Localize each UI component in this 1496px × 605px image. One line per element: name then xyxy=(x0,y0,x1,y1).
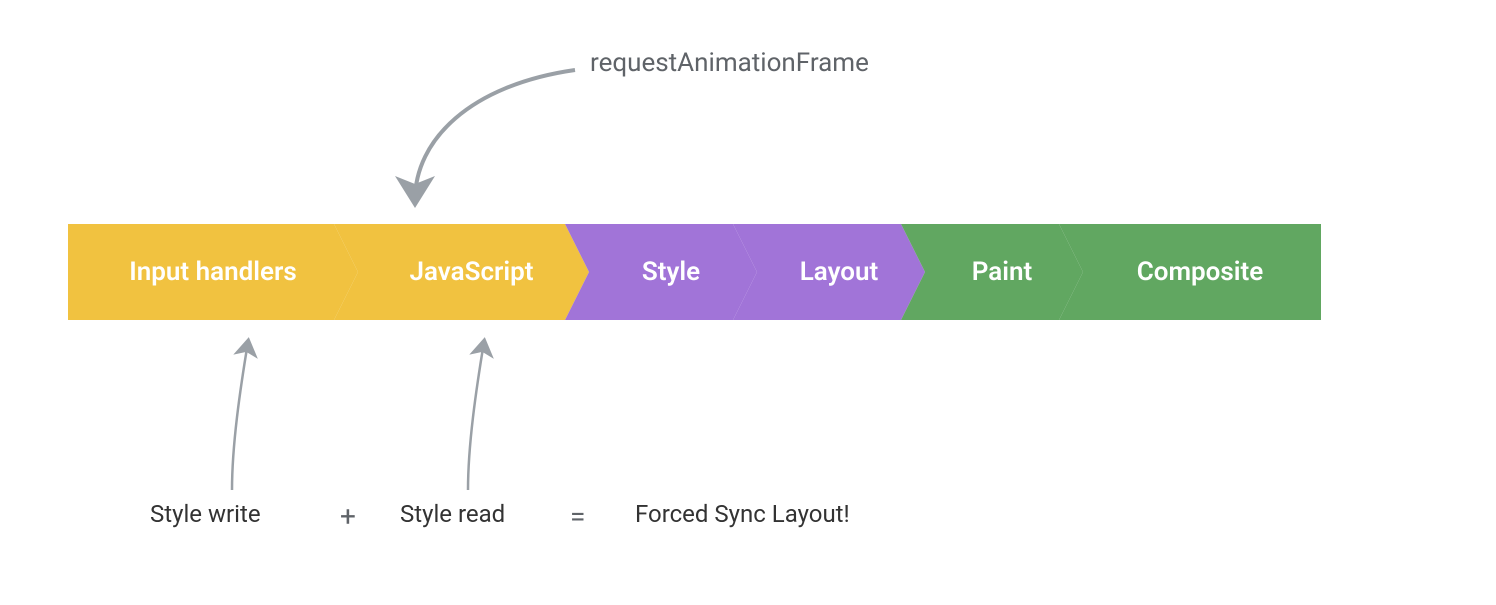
stage-paint: Paint xyxy=(901,224,1083,320)
forced-sync-label: Forced Sync Layout! xyxy=(635,500,850,528)
plus-sign: + xyxy=(340,500,356,533)
stage-layout: Layout xyxy=(733,224,925,320)
style-read-label: Style read xyxy=(400,500,505,528)
stage-style: Style xyxy=(565,224,757,320)
stage-input-handlers: Input handlers xyxy=(68,224,358,320)
style-read-arrow xyxy=(468,342,484,490)
style-write-arrow xyxy=(232,342,248,490)
raf-arrow xyxy=(415,70,575,200)
raf-label: requestAnimationFrame xyxy=(590,48,869,78)
equals-sign: = xyxy=(570,500,585,533)
pipeline-diagram: requestAnimationFrame Input handlers Jav… xyxy=(0,0,1496,605)
style-write-label: Style write xyxy=(150,500,261,528)
stage-composite: Composite xyxy=(1059,224,1321,320)
stage-javascript: JavaScript xyxy=(334,224,589,320)
rendering-pipeline: Input handlers JavaScript Style Layout P… xyxy=(68,224,1321,320)
